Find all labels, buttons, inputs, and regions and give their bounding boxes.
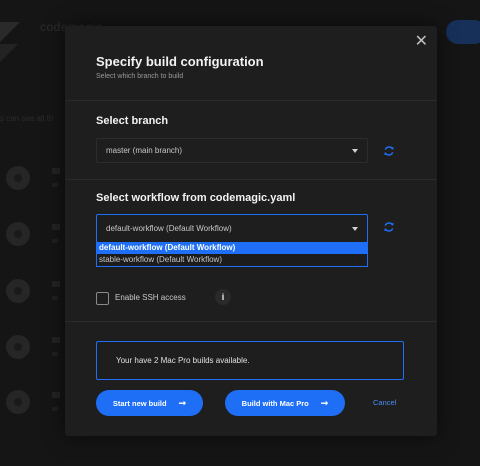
modal-title: Specify build configuration bbox=[96, 54, 264, 69]
workflow-select-value: default-workflow (Default Workflow) bbox=[106, 224, 232, 233]
background-avatar bbox=[6, 222, 30, 246]
divider bbox=[65, 100, 437, 101]
ssh-access-checkbox[interactable] bbox=[96, 292, 109, 305]
refresh-icon[interactable] bbox=[383, 145, 395, 157]
chevron-down-icon bbox=[352, 226, 358, 231]
build-with-mac-pro-label: Build with Mac Pro bbox=[241, 398, 309, 408]
notice-text: Your have 2 Mac Pro builds available. bbox=[116, 356, 250, 365]
background-row-mark bbox=[52, 407, 58, 411]
background-row-mark bbox=[52, 337, 60, 343]
info-icon[interactable]: i bbox=[215, 289, 231, 305]
start-new-build-button[interactable]: Start new build ➞ bbox=[96, 390, 203, 416]
background-avatar bbox=[6, 279, 30, 303]
build-with-mac-pro-button[interactable]: Build with Mac Pro ➞ bbox=[225, 390, 345, 416]
cancel-link[interactable]: Cancel bbox=[373, 398, 396, 407]
refresh-icon[interactable] bbox=[383, 221, 395, 233]
branch-section-title: Select branch bbox=[96, 115, 169, 127]
branch-select-value: master (main branch) bbox=[106, 146, 183, 155]
branch-select[interactable]: master (main branch) bbox=[96, 138, 368, 163]
mac-pro-builds-notice: Your have 2 Mac Pro builds available. bbox=[96, 341, 404, 380]
background-avatar bbox=[6, 390, 30, 414]
arrow-right-icon: ➞ bbox=[320, 397, 329, 408]
workflow-select[interactable]: default-workflow (Default Workflow) bbox=[96, 214, 368, 243]
background-action-button bbox=[446, 20, 480, 44]
workflow-section-title: Select workflow from codemagic.yaml bbox=[96, 192, 296, 204]
ssh-access-label: Enable SSH access bbox=[115, 293, 186, 302]
app-logo-icon bbox=[0, 22, 20, 62]
arrow-right-icon: ➞ bbox=[178, 397, 187, 408]
background-row-mark bbox=[52, 296, 58, 300]
background-row-mark bbox=[52, 224, 60, 230]
background-row-mark bbox=[52, 183, 58, 187]
background-row-mark bbox=[52, 281, 60, 287]
workflow-option[interactable]: default-workflow (Default Workflow) bbox=[97, 242, 367, 254]
build-config-modal: ✕ Specify build configuration Select whi… bbox=[65, 26, 437, 436]
modal-subtitle: Select which branch to build bbox=[96, 73, 184, 80]
start-new-build-label: Start new build bbox=[112, 398, 167, 408]
background-row-mark bbox=[52, 168, 60, 174]
background-row-mark bbox=[52, 352, 58, 356]
divider bbox=[65, 179, 437, 180]
chevron-down-icon bbox=[352, 148, 358, 153]
background-avatar bbox=[6, 335, 30, 359]
workflow-dropdown-list: default-workflow (Default Workflow) stab… bbox=[96, 242, 368, 267]
background-row-mark bbox=[52, 392, 60, 398]
background-avatar bbox=[6, 166, 30, 190]
background-row-mark bbox=[52, 239, 58, 243]
close-icon[interactable]: ✕ bbox=[415, 34, 428, 50]
workflow-option[interactable]: stable-workflow (Default Workflow) bbox=[97, 254, 367, 266]
background-description: s can see all th bbox=[0, 114, 54, 123]
divider bbox=[65, 321, 437, 322]
